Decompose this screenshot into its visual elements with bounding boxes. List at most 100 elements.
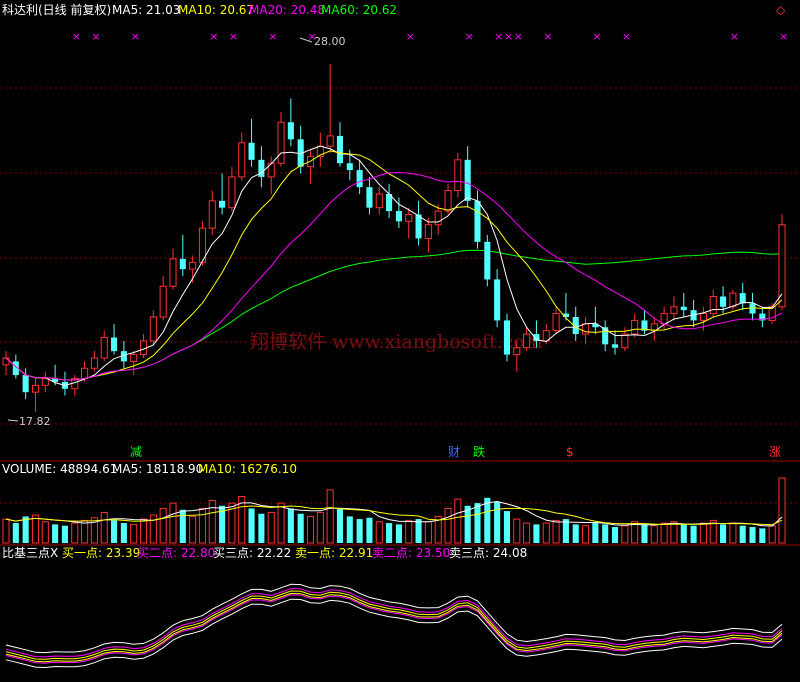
low-price-label: 17.82 [19, 415, 51, 428]
volume-bar [100, 511, 108, 544]
indicator-header: 比基三点X 买一点: 23.39 买二点: 22.80 买三点: 22.22 卖… [2, 546, 527, 560]
volume-bar [592, 523, 599, 543]
volume-bar [356, 519, 363, 543]
candle-body [149, 316, 157, 342]
volume-bar [484, 497, 491, 543]
candle-body [219, 200, 226, 208]
volume-bar [366, 517, 373, 543]
signal-mark: × [406, 30, 415, 43]
volume-bar [81, 519, 89, 544]
indicator-name: 比基三点X [2, 546, 58, 560]
volume-ma5-line [5, 500, 783, 527]
volume-bar [179, 509, 186, 543]
watermark: 翔博软件 www.xiangbosoft.com [250, 331, 543, 353]
candle-body [631, 319, 639, 335]
candle-body [444, 190, 452, 212]
volume-bar [523, 522, 531, 544]
event-marks: 减 财 跌 $ 涨 [130, 444, 781, 459]
event-mark-dollar: $ [566, 445, 574, 459]
volume-bar [415, 519, 422, 543]
signal-mark: × [514, 30, 523, 43]
candle-body [326, 135, 334, 147]
candle-body [395, 211, 402, 222]
stock-chart: 科达利(日线 前复权) MA5: 21.03 MA10: 20.67 MA20:… [0, 2, 800, 669]
volume-bars-group [2, 477, 786, 544]
volume-bar [513, 518, 521, 544]
candle-body [375, 193, 383, 209]
signal-mark: × [465, 30, 474, 43]
candle-body [100, 337, 108, 359]
volume-bar [189, 515, 197, 544]
signal-mark: × [494, 30, 503, 43]
signal-mark: × [72, 30, 81, 43]
volume-bar [552, 519, 560, 544]
corner-diamond-icon[interactable]: ◇ [776, 3, 786, 17]
candle-body [356, 170, 363, 188]
candle-body [474, 200, 481, 242]
signal-marks-group: × × × × × × × × × × × × × × × × × [72, 30, 788, 43]
sell2-label: 卖二点: 23.50 [372, 546, 450, 560]
candle-body [159, 285, 167, 318]
volume-bar [759, 528, 766, 543]
candle-body [41, 378, 49, 386]
event-mark-zhang: 涨 [769, 444, 781, 459]
candle-body [552, 313, 560, 332]
volume-bar [454, 498, 462, 544]
volume-ma10-line [5, 505, 783, 526]
candle-body [169, 258, 177, 287]
panel-grid [0, 87, 800, 546]
candle-body [189, 261, 197, 270]
volume-bar [52, 524, 59, 543]
volume-bar [739, 525, 746, 543]
volume-bar [641, 524, 648, 543]
volume-bar [405, 519, 413, 544]
volume-label: VOLUME: 48894.61 [2, 462, 117, 476]
candle-body [729, 292, 737, 308]
signal-mark: × [229, 30, 238, 43]
volume-bar [611, 527, 619, 543]
candle-body [2, 357, 10, 366]
volume-bar [41, 521, 49, 544]
buy2-label: 买二点: 22.80 [137, 546, 215, 560]
volume-ma10-label: MA10: 16276.10 [198, 462, 297, 476]
volume-bar [2, 518, 10, 544]
volume-bar [749, 527, 756, 543]
volume-bar [346, 516, 353, 543]
volume-bar [130, 523, 138, 544]
volume-bar [326, 489, 334, 544]
volume-bar [386, 523, 393, 543]
volume-bar [474, 503, 481, 543]
indicator-line [5, 592, 783, 663]
volume-bar [208, 499, 216, 544]
volume-bar [316, 511, 324, 544]
volume-bar [729, 522, 737, 544]
high-price-label: 28.00 [314, 35, 346, 48]
low-marker: 17.82 [7, 415, 51, 428]
candle-body [739, 293, 746, 304]
ma5-label: MA5: 21.03 [112, 3, 180, 17]
candle-body [228, 176, 236, 209]
volume-bar [768, 525, 776, 544]
candle-body [248, 142, 255, 160]
volume-bar [336, 508, 344, 543]
volume-bar [572, 524, 579, 543]
volume-bar [71, 522, 79, 544]
candle-body [415, 214, 422, 239]
ma10-label: MA10: 20.67 [178, 3, 254, 17]
volume-bar [720, 524, 727, 543]
volume-bar [287, 508, 294, 543]
volume-bar [494, 501, 501, 543]
buy3-label: 买三点: 22.22 [213, 546, 291, 560]
volume-bar [699, 522, 707, 544]
indicator-lines-group [5, 583, 783, 669]
candle-body [454, 159, 462, 192]
volume-bar [31, 514, 40, 544]
candle-body [287, 122, 294, 140]
candle-body [179, 258, 186, 270]
volume-bar [602, 524, 609, 543]
candle-body [621, 333, 629, 349]
candle-body [680, 306, 687, 311]
candle-body [709, 296, 717, 315]
volume-bar [277, 502, 285, 544]
sell1-label: 卖一点: 22.91 [295, 546, 373, 560]
